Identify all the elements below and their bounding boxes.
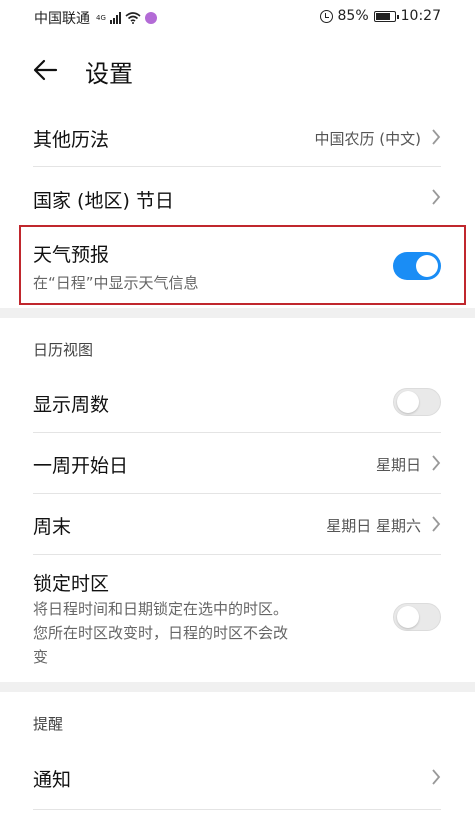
- other-calendar-label: 其他历法: [33, 129, 110, 151]
- lock-timezone-description-line2: 您所在时区改变时，日程的时区不会改: [33, 624, 289, 642]
- battery-icon: [373, 10, 399, 22]
- status-bar-right: 85% 10:27: [319, 8, 441, 24]
- status-bar: 中国联通 4G 85% 10:27: [0, 0, 475, 34]
- alarm-icon: [319, 9, 333, 23]
- lock-timezone-row[interactable]: 锁定时区 将日程时间和日期锁定在选中的时区。 您所在时区改变时，日程的时区不会改…: [0, 555, 475, 680]
- weekend-label: 周末: [33, 516, 72, 538]
- lock-timezone-description-line3: 变: [33, 648, 49, 666]
- weather-forecast-label: 天气预报: [33, 244, 110, 266]
- lock-timezone-label: 锁定时区: [33, 573, 110, 595]
- signal-icon: [109, 12, 121, 24]
- weekend-row[interactable]: 周末 星期日 星期六: [0, 494, 475, 554]
- lock-timezone-toggle[interactable]: [393, 603, 441, 631]
- chevron-right-icon: [432, 129, 441, 145]
- weekend-value: 星期日 星期六: [326, 517, 421, 535]
- divider: [33, 809, 441, 810]
- section-separator: [0, 308, 475, 318]
- lock-timezone-description-line1: 将日程时间和日期锁定在选中的时区。: [33, 600, 289, 618]
- weather-forecast-row[interactable]: 天气预报 在“日程”中显示天气信息: [0, 228, 475, 302]
- wifi-icon: [125, 12, 141, 24]
- show-week-number-label: 显示周数: [33, 394, 110, 416]
- weather-forecast-description: 在“日程”中显示天气信息: [33, 274, 199, 292]
- clock: 10:27: [400, 8, 441, 24]
- chevron-right-icon: [432, 455, 441, 471]
- section-header-reminders: 提醒: [33, 715, 64, 733]
- week-start-value: 星期日: [375, 456, 421, 474]
- weather-forecast-toggle[interactable]: [393, 252, 441, 280]
- show-week-number-toggle[interactable]: [393, 388, 441, 416]
- holidays-row[interactable]: 国家 (地区) 节日: [0, 167, 475, 225]
- week-start-row[interactable]: 一周开始日 星期日: [0, 433, 475, 493]
- network-type: 4G: [96, 14, 106, 22]
- back-arrow-icon[interactable]: [30, 54, 62, 86]
- other-calendar-row[interactable]: 其他历法 中国农历 (中文): [0, 108, 475, 166]
- toggle-knob: [397, 606, 419, 628]
- battery-fill: [375, 12, 390, 20]
- chevron-right-icon: [432, 189, 441, 205]
- section-separator: [0, 682, 475, 692]
- holidays-label: 国家 (地区) 节日: [33, 190, 174, 212]
- chevron-right-icon: [432, 769, 441, 785]
- notification-label: 通知: [33, 769, 72, 791]
- notification-app-icon: [144, 12, 157, 24]
- section-header-calendar-view: 日历视图: [33, 341, 94, 359]
- carrier-name: 中国联通: [34, 11, 90, 27]
- toggle-knob: [397, 391, 419, 413]
- notification-row[interactable]: 通知: [0, 745, 475, 809]
- toggle-knob: [416, 255, 438, 277]
- chevron-right-icon: [432, 516, 441, 532]
- week-start-label: 一周开始日: [33, 455, 129, 477]
- other-calendar-value: 中国农历 (中文): [314, 130, 421, 148]
- show-week-number-row[interactable]: 显示周数: [0, 372, 475, 432]
- battery-percent: 85%: [337, 8, 369, 24]
- status-bar-left: 中国联通 4G: [34, 8, 157, 28]
- page-title: 设置: [85, 60, 133, 88]
- app-header: 设置: [0, 34, 475, 104]
